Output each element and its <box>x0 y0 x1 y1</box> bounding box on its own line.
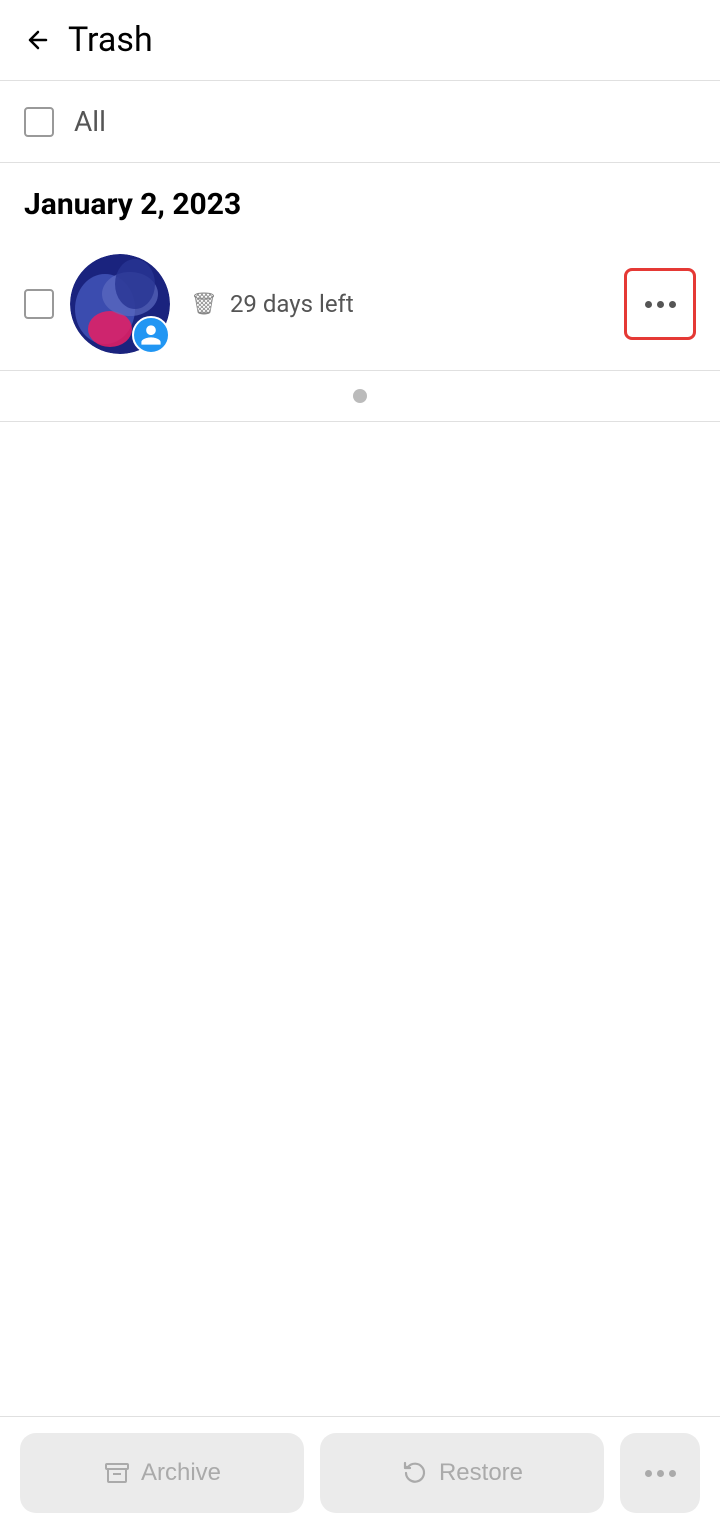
bottom-more-button[interactable] <box>620 1433 700 1513</box>
days-left-text: 29 days left <box>230 290 354 318</box>
bottom-more-dots-icon <box>645 1470 676 1477</box>
select-all-checkbox[interactable] <box>24 107 54 137</box>
trash-item-row: 🗑 29 days left <box>0 238 720 371</box>
all-label: All <box>74 105 106 138</box>
archive-icon <box>103 1459 131 1487</box>
bottom-bar: Archive Restore <box>0 1416 720 1537</box>
restore-button[interactable]: Restore <box>320 1433 604 1513</box>
trash-icon: 🗑 <box>190 292 218 317</box>
date-section: January 2, 2023 <box>0 163 720 238</box>
archive-button[interactable]: Archive <box>20 1433 304 1513</box>
archive-label: Archive <box>141 1459 221 1487</box>
back-arrow-icon <box>24 26 52 54</box>
restore-label: Restore <box>439 1459 523 1487</box>
date-label: January 2, 2023 <box>24 187 241 222</box>
avatar-badge <box>132 316 170 354</box>
item-checkbox[interactable] <box>24 289 54 319</box>
page-title: Trash <box>68 20 153 60</box>
header: Trash <box>0 0 720 81</box>
restore-icon <box>401 1459 429 1487</box>
item-info: 🗑 29 days left <box>190 290 624 318</box>
more-dots-icon <box>645 301 676 308</box>
avatar <box>70 254 170 354</box>
more-options-button[interactable] <box>624 268 696 340</box>
dot-separator <box>0 371 720 422</box>
all-row: All <box>0 81 720 163</box>
back-button[interactable] <box>24 26 52 54</box>
user-icon <box>139 323 163 347</box>
main-content: All January 2, 2023 <box>0 81 720 1417</box>
